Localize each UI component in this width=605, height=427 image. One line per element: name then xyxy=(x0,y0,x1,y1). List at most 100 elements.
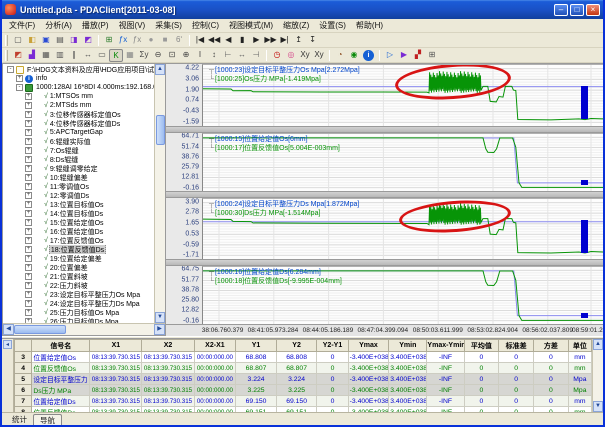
tree-item-channel-25[interactable]: +√25:压力目标值Os Mpa xyxy=(3,308,154,317)
tree-item-channel-4[interactable]: +√4:位移传感器标定值Ds xyxy=(3,119,154,128)
column-header-1[interactable]: 信号名 xyxy=(32,340,90,352)
zoom-window-icon[interactable]: ⊡ xyxy=(165,49,179,62)
menu-item-0[interactable]: 文件(F) xyxy=(4,19,40,32)
info-icon[interactable]: i xyxy=(363,50,374,61)
tab-statistics[interactable]: 统计 xyxy=(6,414,33,425)
column-header-11[interactable]: 平均值 xyxy=(464,340,499,352)
signal-tree-icon[interactable]: ⊞ xyxy=(102,34,116,47)
tree-item-channel-2[interactable]: +√2:MTSds mm xyxy=(3,101,154,110)
column-header-10[interactable]: Ymax-Ymin xyxy=(427,340,464,352)
expander-icon[interactable]: + xyxy=(25,138,32,145)
fast-forward-icon[interactable]: ▶▶ xyxy=(263,34,277,47)
pointer-blue-icon[interactable]: ▷ xyxy=(383,49,397,62)
speed-icon[interactable]: 6ʹ xyxy=(172,34,186,47)
scroll-up-icon[interactable]: ▲ xyxy=(155,64,165,75)
menu-item-8[interactable]: 设置(S) xyxy=(314,19,351,32)
expander-icon[interactable]: + xyxy=(25,102,32,109)
xy2-plot-icon[interactable]: Xy xyxy=(312,49,326,62)
open-project-icon[interactable]: ◨ xyxy=(67,34,81,47)
tree-item-device[interactable]: -1000:128AI 16*8DI 4.000ms:192.168.0.1 xyxy=(3,83,154,92)
tree-item-channel-13[interactable]: +√13:位置目标值Os xyxy=(3,200,154,209)
tree-item-channel-24[interactable]: +√24:设定目标平整压力Ds Mpa xyxy=(3,299,154,308)
cursor-i-icon[interactable]: I xyxy=(193,49,207,62)
function-icon[interactable]: ƒx xyxy=(116,34,130,47)
tree-item-channel-15[interactable]: +√15:位置给定值Os xyxy=(3,218,154,227)
import-icon[interactable]: ◩ xyxy=(81,34,95,47)
data-cursor-bar[interactable] xyxy=(581,180,589,185)
column-header-2[interactable]: X1 xyxy=(90,340,142,352)
xy-plot-icon[interactable]: Xy xyxy=(298,49,312,62)
minimize-button[interactable]: – xyxy=(554,4,568,16)
grid-view-icon[interactable]: ▦ xyxy=(39,49,53,62)
calculator-icon[interactable]: ▦ xyxy=(123,49,137,62)
expander-icon[interactable]: + xyxy=(25,228,32,235)
column-header-0[interactable] xyxy=(15,340,32,352)
expander-icon[interactable]: + xyxy=(25,156,32,163)
multi-window-icon[interactable]: ⊞ xyxy=(425,49,439,62)
tree-item-channel-22[interactable]: +√22:压力斜坡 xyxy=(3,281,154,290)
column-header-13[interactable]: 方差 xyxy=(534,340,569,352)
tree-item-channel-6[interactable]: +√6:辊缝实际值 xyxy=(3,137,154,146)
expander-icon[interactable]: + xyxy=(25,273,32,280)
step-back-icon[interactable]: ◀ xyxy=(221,34,235,47)
expander-icon[interactable]: + xyxy=(25,291,32,298)
column-header-6[interactable]: Y2 xyxy=(276,340,317,352)
tree-item-channel-7[interactable]: +√7:Os辊缝 xyxy=(3,146,154,155)
page-down-icon[interactable]: ↧ xyxy=(306,34,320,47)
expander-icon[interactable]: + xyxy=(25,309,32,316)
table-view-icon[interactable]: ▥ xyxy=(53,49,67,62)
column-header-12[interactable]: 标准差 xyxy=(499,340,534,352)
expander-icon[interactable]: + xyxy=(25,165,32,172)
record-icon[interactable]: ● xyxy=(144,34,158,47)
pan-both-icon[interactable]: ↔ xyxy=(235,49,249,62)
tree-item-channel-23[interactable]: +√23:设定目标平整压力Os Mpa xyxy=(3,290,154,299)
expander-icon[interactable]: + xyxy=(25,129,32,136)
sigma-y-icon[interactable]: Σy xyxy=(137,49,151,62)
expander-icon[interactable]: + xyxy=(25,246,32,253)
snapshot-icon[interactable]: ◎ xyxy=(284,49,298,62)
tree-item-channel-10[interactable]: +√10:辊缝偏差 xyxy=(3,173,154,182)
cursor-updown-icon[interactable]: ↕ xyxy=(207,49,221,62)
expander-icon[interactable]: + xyxy=(25,174,32,181)
scroll-thumb[interactable] xyxy=(14,325,66,334)
data-cursor-bar[interactable] xyxy=(581,313,589,318)
expander-icon[interactable]: + xyxy=(25,111,32,118)
expander-icon[interactable]: + xyxy=(25,237,32,244)
table-row[interactable]: 3位置给定值Os08:13:39.730.31508:13:39.730.315… xyxy=(15,352,592,363)
column-header-5[interactable]: Y1 xyxy=(236,340,277,352)
chart-separator[interactable] xyxy=(166,259,603,266)
expander-icon[interactable]: + xyxy=(25,219,32,226)
expander-icon[interactable]: + xyxy=(25,300,32,307)
close-button[interactable]: × xyxy=(586,4,600,16)
column-header-3[interactable]: X2 xyxy=(142,340,194,352)
chart-2-plot[interactable]: ┬[1000:15]位置给定值Os[6mm]└[1000:17]位置反馈值Os[… xyxy=(202,133,603,191)
tree-item-channel-17[interactable]: +√17:位置反馈值Os xyxy=(3,236,154,245)
menu-item-9[interactable]: 帮助(H) xyxy=(351,19,388,32)
chart-4-plot[interactable]: ┬[1000:16]位置给定值Ds[6.284mm]└[1000:18]位置反馈… xyxy=(202,266,603,324)
expander-icon[interactable]: + xyxy=(25,183,32,190)
window-icon[interactable]: ▭ xyxy=(95,49,109,62)
expander-icon[interactable]: + xyxy=(25,210,32,217)
tree-item-channel-9[interactable]: +√9:辊缝调零给定 xyxy=(3,164,154,173)
expander-icon[interactable]: + xyxy=(25,255,32,262)
data-cursor-bar[interactable] xyxy=(581,86,589,119)
pan-right-icon[interactable]: ⊣ xyxy=(249,49,263,62)
save-icon[interactable]: ▣ xyxy=(39,34,53,47)
scroll-thumb[interactable] xyxy=(156,115,165,145)
chart-1-plot[interactable]: ┬[1000:23]设定目标平整压力Os Mpa[2.272Mpa]└[1000… xyxy=(202,64,603,126)
scroll-up-icon[interactable]: ▲ xyxy=(593,339,603,350)
column-header-4[interactable]: X2-X1 xyxy=(194,340,236,352)
expander-icon[interactable]: + xyxy=(25,201,32,208)
tree-item-channel-18[interactable]: +√18:位置反馈值Ds xyxy=(3,245,154,254)
tree-item-channel-11[interactable]: +√11:零调值Os xyxy=(3,182,154,191)
expander-icon[interactable]: + xyxy=(25,192,32,199)
pointer-purple-icon[interactable]: ▶ xyxy=(397,49,411,62)
function2-icon[interactable]: ƒx xyxy=(130,34,144,47)
dual-cursor-icon[interactable]: ∥ xyxy=(67,49,81,62)
tree-item-info[interactable]: +iinfo xyxy=(3,74,154,83)
goto-start-icon[interactable]: |◀ xyxy=(193,34,207,47)
table-row[interactable]: 6Ds压力 MPa08:13:39.730.31508:13:39.730.31… xyxy=(15,385,592,396)
tree-item-channel-5[interactable]: +√5:APCTargetGap xyxy=(3,128,154,137)
maximize-button[interactable]: □ xyxy=(570,4,584,16)
expander-icon[interactable]: + xyxy=(25,93,32,100)
